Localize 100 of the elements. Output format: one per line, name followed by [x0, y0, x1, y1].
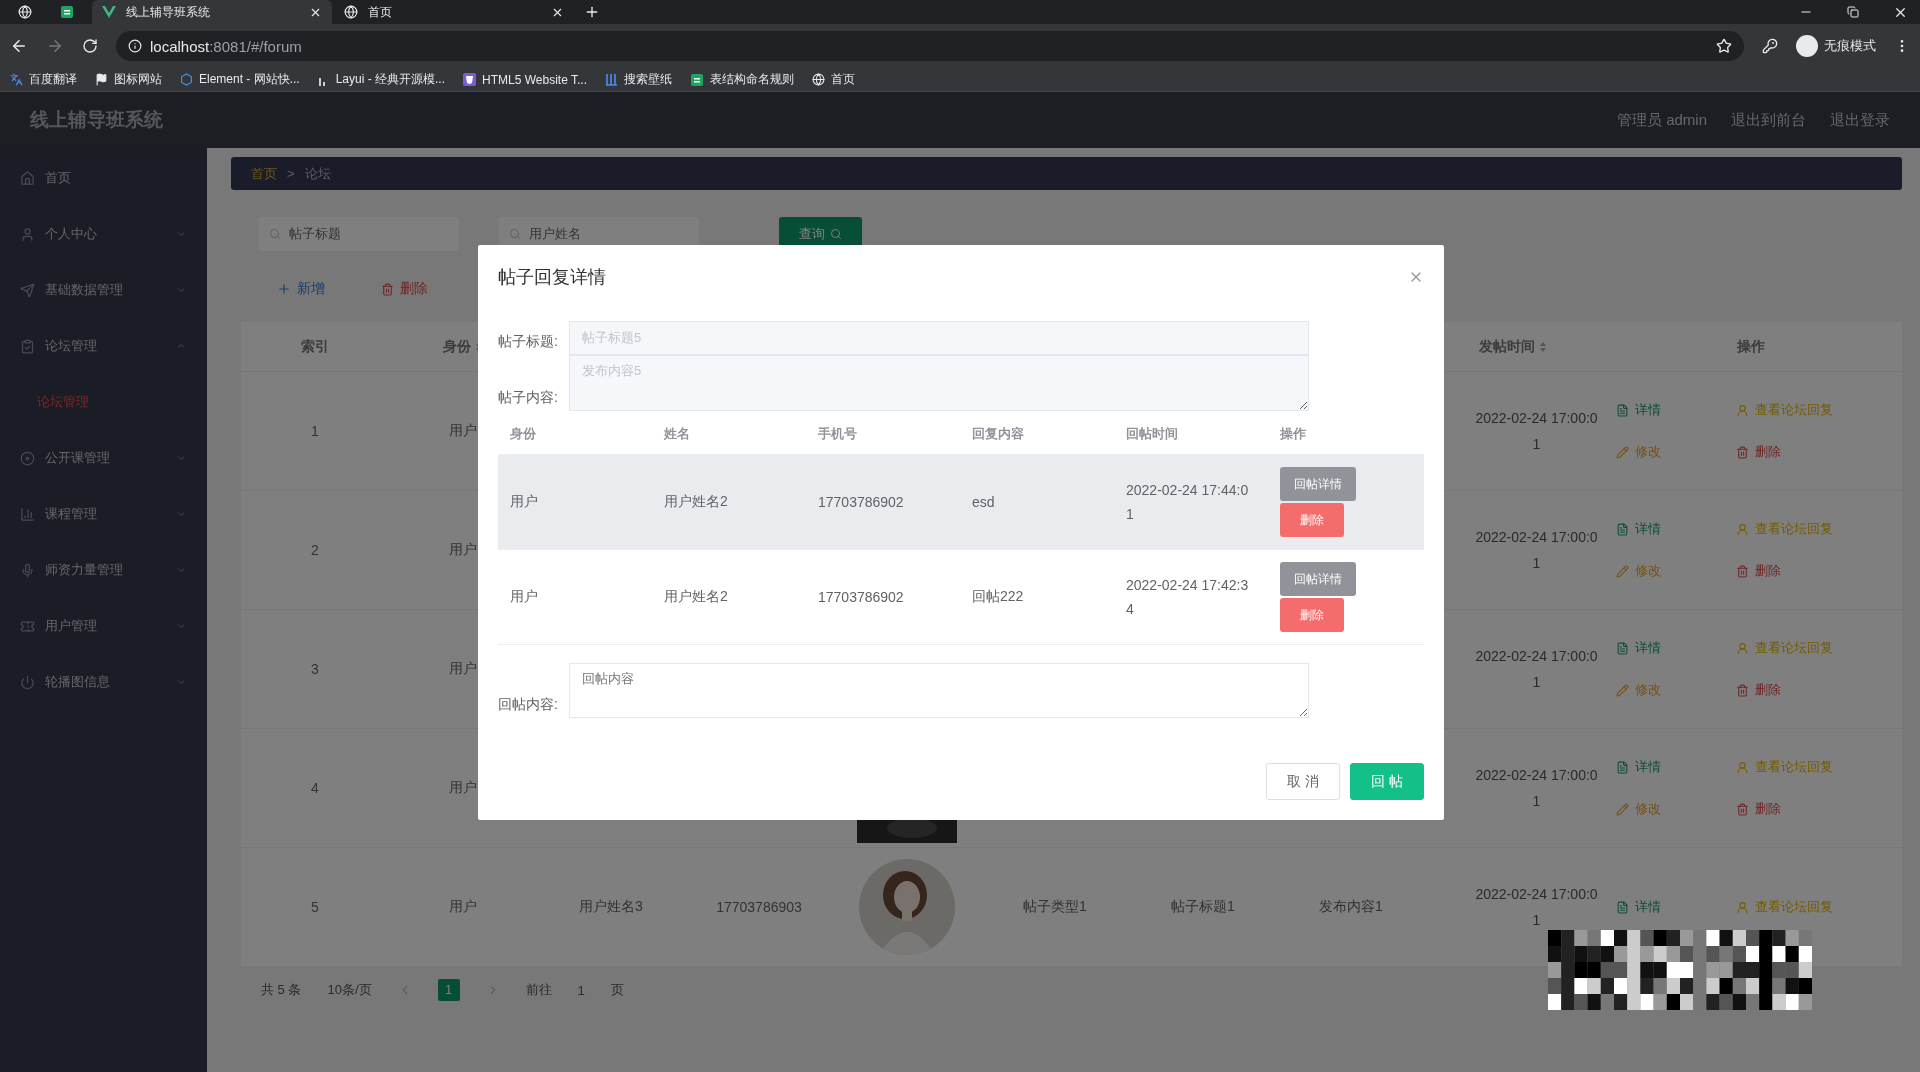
trash-icon [1736, 564, 1749, 578]
action-link[interactable]: 修改 [1616, 562, 1736, 580]
action-link[interactable]: 详情 [1616, 639, 1736, 657]
paper-plane-icon [20, 282, 35, 298]
action-link[interactable]: 查看论坛回复 [1736, 401, 1886, 419]
action-link[interactable]: 详情 [1616, 401, 1736, 419]
table-cell: 用户 [449, 660, 477, 678]
action-link[interactable]: 查看论坛回复 [1736, 758, 1886, 776]
table-cell-text: 2022-02-24 17:00:01 [1474, 647, 1599, 692]
action-link[interactable]: 详情 [1616, 520, 1736, 538]
action-link[interactable]: 修改 [1616, 681, 1736, 699]
bookmark-star-icon[interactable] [1716, 38, 1732, 54]
page-button[interactable]: 1 [437, 979, 460, 1001]
header-link[interactable]: 退出登录 [1830, 110, 1890, 130]
sidebar-item[interactable]: 用户管理 [0, 598, 207, 654]
bookmark[interactable]: 表结构命名规则 [690, 71, 794, 88]
detail-button[interactable]: 回帖详情 [1280, 467, 1356, 501]
bookmark[interactable]: 图标网站 [95, 71, 162, 88]
reload-icon[interactable] [82, 38, 98, 54]
page-size-select[interactable]: 10条/页 [327, 981, 372, 999]
globe-icon [812, 73, 825, 86]
table-cell-text: 2022-02-24 17:00:01 [1474, 528, 1599, 573]
bookmark[interactable]: Layui - 经典开源模... [317, 71, 446, 88]
table-cell: 用户 [510, 588, 538, 606]
action-link[interactable]: 删除 [1736, 562, 1886, 580]
sidebar-item[interactable]: 个人中心 [0, 206, 207, 262]
browser-tab[interactable]: 首页 [334, 0, 574, 24]
user-icon [1736, 760, 1749, 774]
action-link[interactable]: 详情 [1616, 898, 1736, 916]
add-button[interactable]: 新增 [271, 279, 331, 299]
header-link[interactable]: 管理员 admin [1616, 110, 1707, 130]
pencil-icon [1616, 564, 1629, 578]
field-label: 帖子标题: [498, 333, 559, 351]
goto-field[interactable]: 1 [577, 982, 585, 998]
pencil-icon [1616, 802, 1629, 816]
chart-icon [20, 506, 35, 522]
action-link[interactable]: 详情 [1616, 758, 1736, 776]
browser-tab[interactable]: 线上辅导班系统 [92, 0, 332, 24]
sidebar-item[interactable]: 师资力量管理 [0, 542, 207, 598]
action-link[interactable]: 查看论坛回复 [1736, 898, 1886, 916]
bookmark[interactable]: Element - 网站快... [180, 71, 300, 88]
pencil-icon [1616, 445, 1629, 459]
spreadsheet-icon [60, 5, 74, 19]
trash-icon [1736, 445, 1749, 459]
reply-button[interactable]: 回 帖 [1350, 763, 1424, 800]
table-cell: 17703786903 [716, 899, 802, 915]
table-cell: 回帖222 [972, 588, 1024, 606]
bookmark[interactable]: 搜索壁纸 [605, 71, 672, 88]
sidebar-item[interactable]: 首页 [0, 150, 207, 206]
back-icon[interactable] [10, 37, 28, 55]
bookmark[interactable]: 首页 [812, 71, 855, 88]
action-link[interactable]: 修改 [1616, 800, 1736, 818]
bookmark[interactable]: HTML5 Website T... [463, 72, 587, 87]
search-icon [269, 228, 281, 240]
address-field[interactable]: localhost:8081/#/forum [116, 31, 1744, 61]
trash-icon [1736, 683, 1749, 697]
sidebar-item[interactable]: 论坛管理 [0, 318, 207, 374]
action-link[interactable]: 查看论坛回复 [1736, 639, 1886, 657]
info-icon [128, 39, 142, 53]
sidebar-item[interactable]: 公开课管理 [0, 430, 207, 486]
plus-icon [277, 282, 291, 296]
sidebar-item[interactable]: 课程管理 [0, 486, 207, 542]
sidebar-item[interactable]: 轮播图信息 [0, 654, 207, 710]
search-field[interactable]: 帖子标题 [259, 217, 459, 251]
cancel-button[interactable]: 取 消 [1266, 763, 1341, 800]
table-cell: 用户姓名2 [664, 588, 728, 606]
action-link[interactable]: 删除 [1736, 443, 1886, 461]
reply-field[interactable]: 回帖内容 [569, 663, 1309, 718]
breadcrumb-item: 论坛 [304, 164, 331, 183]
column-header[interactable]: 发帖时间 [1425, 322, 1600, 371]
profile-button[interactable]: 无痕模式 [1796, 35, 1876, 57]
restore-icon[interactable] [1847, 6, 1859, 18]
column-header: 回帖时间 [1126, 424, 1178, 443]
user-icon [1736, 641, 1749, 655]
action-link[interactable]: 删除 [1736, 681, 1886, 699]
user-icon [1736, 900, 1749, 914]
detail-button[interactable]: 回帖详情 [1280, 562, 1356, 596]
table-cell: 17703786902 [818, 589, 904, 605]
action-link[interactable]: 查看论坛回复 [1736, 520, 1886, 538]
action-link[interactable]: 修改 [1616, 443, 1736, 461]
new-tab-icon[interactable] [584, 4, 600, 20]
sidebar-item[interactable]: 基础数据管理 [0, 262, 207, 318]
column-header: 身份 [510, 424, 536, 443]
spreadsheet-icon [690, 72, 704, 87]
delete-button[interactable]: 删除 [1280, 598, 1344, 632]
forward-icon[interactable] [46, 37, 64, 55]
action-link[interactable]: 删除 [1736, 800, 1886, 818]
breadcrumb-item[interactable]: 首页 [251, 164, 277, 183]
bookmark[interactable]: 百度翻译 [10, 71, 77, 88]
table-cell-text: 2022-02-24 17:00:01 [1474, 409, 1599, 454]
sidebar-subitem[interactable]: 论坛管理 [0, 374, 207, 430]
delete-button[interactable]: 删除 [1280, 503, 1344, 537]
delete-button[interactable]: 删除 [375, 279, 434, 299]
table-cell: 帖子标题1 [1171, 898, 1235, 916]
key-icon[interactable] [1762, 38, 1778, 54]
flag-icon [95, 73, 108, 86]
header-link[interactable]: 退出到前台 [1731, 110, 1806, 130]
search-icon [830, 228, 842, 240]
user-icon [20, 226, 35, 242]
microphone-icon [20, 562, 35, 578]
